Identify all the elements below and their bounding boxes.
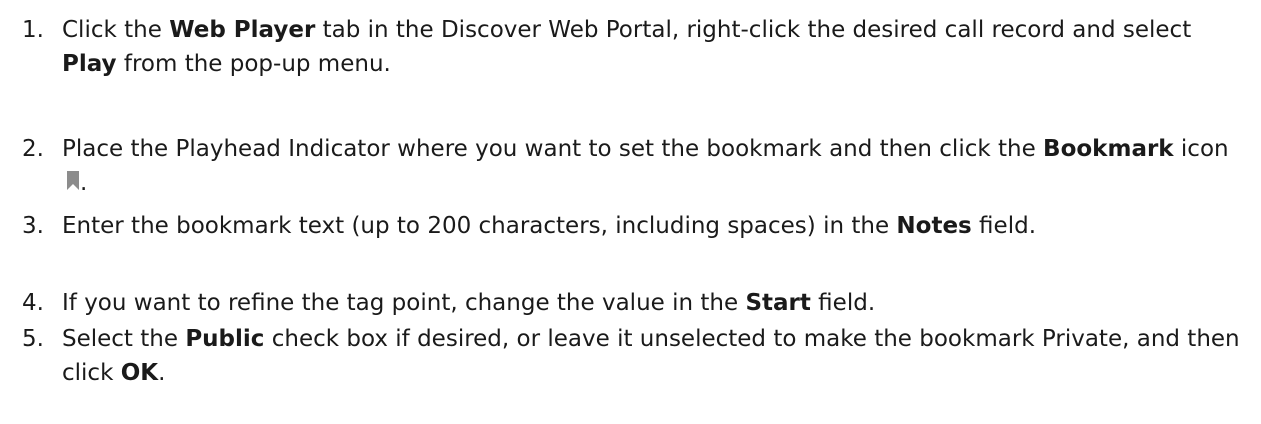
bold-term: Notes [896, 213, 972, 239]
bold-term: OK [120, 360, 159, 386]
bold-term: Bookmark [1043, 136, 1174, 162]
step-text: If you want to refine the tag point, cha… [62, 286, 1252, 320]
text-run: If you want to refine the tag point, cha… [62, 290, 746, 316]
bold-term: Start [745, 290, 811, 316]
text-run: Select the [62, 326, 186, 352]
text-run: . [80, 170, 88, 196]
step-text: Click the Web Player tab in the Discover… [62, 13, 1252, 81]
bold-term: Web Player [169, 17, 316, 43]
text-run: tab in the Discover Web Portal, right-cl… [315, 17, 1192, 43]
bookmark-icon [67, 171, 79, 190]
text-run: from the pop-up menu. [116, 51, 391, 77]
text-run: field. [971, 213, 1036, 239]
text-run: Enter the bookmark text (up to 200 chara… [62, 213, 897, 239]
step-text: Select the Public check box if desired, … [62, 322, 1252, 390]
text-run: Click the [62, 17, 170, 43]
text-run: field. [810, 290, 876, 316]
step-text: Enter the bookmark text (up to 200 chara… [62, 209, 1252, 243]
bold-term: Play [62, 51, 117, 77]
step-number: 3. [22, 213, 44, 239]
step-text: Place the Playhead Indicator where you w… [62, 132, 1252, 200]
text-run: icon [1173, 136, 1229, 162]
bold-term: Public [185, 326, 265, 352]
text-run: . [158, 360, 166, 386]
step-number: 4. [22, 290, 44, 316]
text-run: Place the Playhead Indicator where you w… [62, 136, 1044, 162]
step-number: 5. [22, 326, 44, 352]
step-number: 1. [22, 17, 44, 43]
step-number: 2. [22, 136, 44, 162]
